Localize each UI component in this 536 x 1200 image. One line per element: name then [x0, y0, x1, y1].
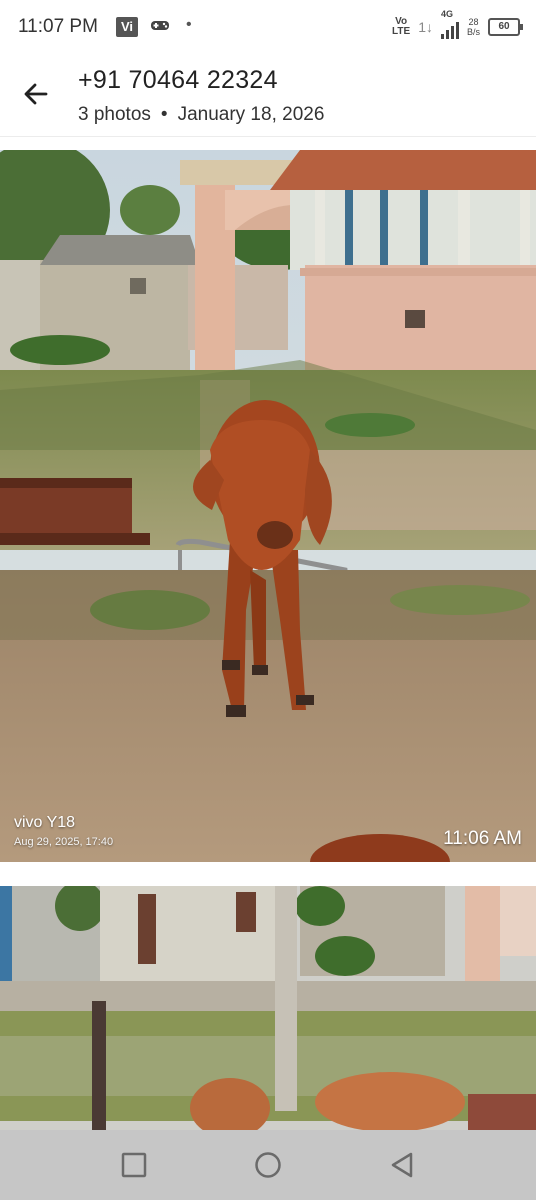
signal-icon: 4G — [440, 9, 459, 39]
network-speed: 28 B/s — [466, 17, 480, 37]
game-controller-icon — [150, 18, 170, 36]
circle-icon — [255, 1152, 281, 1178]
photo-count: 3 photos — [78, 104, 151, 125]
volte-icon: Vo LTE — [392, 16, 411, 37]
photo-cow[interactable]: vivo Y18 Aug 29, 2025, 17:40 11:06 AM — [0, 150, 536, 862]
viewer-header: +91 70464 22324 3 photos • January 18, 202… — [0, 54, 536, 137]
wifi-calling-icon: 1↓ — [418, 19, 433, 35]
header-subtitle: 3 photos • January 18, 2026 — [78, 104, 324, 126]
separator-dot: • — [160, 104, 168, 125]
notification-dot-icon: • — [186, 16, 192, 33]
recent-apps-button[interactable] — [119, 1150, 149, 1180]
contact-title: +91 70464 22324 — [78, 66, 278, 94]
status-bar: 11:07 PM Vi • Vo LTE 1↓ 4G 28 B/s 60 — [0, 0, 536, 54]
back-nav-button[interactable] — [387, 1150, 417, 1180]
arrow-left-icon — [24, 83, 48, 105]
status-indicators: Vo LTE 1↓ 4G 28 B/s 60 — [392, 9, 523, 40]
triangle-icon — [391, 1152, 413, 1178]
system-navigation-bar — [0, 1130, 536, 1200]
photo-second-image — [0, 886, 536, 1130]
header-date: January 18, 2026 — [177, 104, 325, 125]
back-button[interactable] — [20, 78, 52, 110]
status-time: 11:07 PM — [18, 16, 98, 37]
camera-watermark-date: Aug 29, 2025, 17:40 — [14, 836, 114, 848]
network-type-label: 4G — [440, 9, 453, 19]
camera-watermark-brand: vivo Y18 — [14, 814, 76, 831]
square-icon — [121, 1152, 147, 1178]
photo-timestamp: 11:06 AM — [443, 828, 522, 849]
home-button[interactable] — [253, 1150, 283, 1180]
photo-second[interactable] — [0, 886, 536, 1130]
battery-icon: 60 — [488, 18, 523, 36]
vi-network-icon: Vi — [116, 17, 138, 37]
photo-cow-image — [0, 150, 536, 862]
